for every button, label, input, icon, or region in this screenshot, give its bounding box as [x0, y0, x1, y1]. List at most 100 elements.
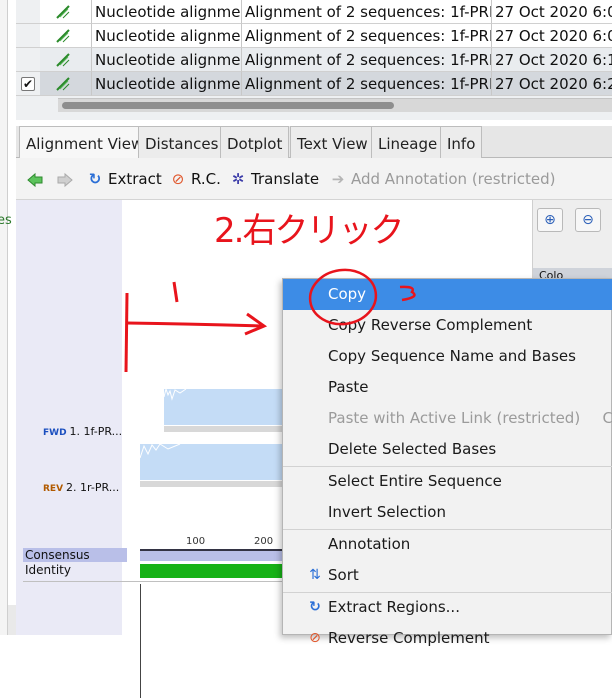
- rc-button[interactable]: ⊘ R.C.: [169, 169, 221, 189]
- menu-item-copy-reverse-complement[interactable]: Copy Reverse Complement: [283, 310, 612, 341]
- extract-icon: ↻: [88, 170, 102, 188]
- menu-item-paste[interactable]: Paste: [283, 372, 612, 403]
- alignment-doc-icon: [56, 29, 70, 43]
- alignment-doc-icon: [56, 53, 70, 67]
- tab-alignment-view[interactable]: Alignment View: [19, 126, 151, 159]
- rc-label: R.C.: [191, 170, 221, 188]
- consensus-label: Consensus: [23, 548, 127, 562]
- sequence-label-fwd[interactable]: FWD 1. 1f-PR...: [43, 425, 122, 438]
- row-name: Nucleotide alignme...: [92, 72, 242, 96]
- menu-item-label: Extract Regions...: [328, 598, 460, 616]
- menu-item-shortcut: C: [602, 409, 612, 427]
- row-checkbox-cell[interactable]: ✔: [16, 72, 40, 96]
- zoom-out-icon: ⊖: [582, 212, 594, 228]
- back-arrow-icon: [27, 172, 43, 187]
- menu-item-copy-sequence-name-and-bases[interactable]: Copy Sequence Name and Bases: [283, 341, 612, 372]
- identity-track: [140, 564, 300, 578]
- add-annotation-label: Add Annotation (restricted): [351, 170, 556, 188]
- rev-badge: REV: [43, 484, 64, 494]
- translate-label: Translate: [251, 170, 320, 188]
- zoom-in-button[interactable]: ⊕: [537, 208, 563, 232]
- sequence-name: 1. 1f-PR...: [69, 425, 123, 438]
- extract-icon: ↻: [309, 599, 321, 615]
- context-menu: Copy Copy Reverse Complement Copy Sequen…: [282, 278, 612, 647]
- left-edge-text: es: [0, 213, 12, 228]
- menu-item-invert-selection[interactable]: Invert Selection: [283, 497, 612, 528]
- menu-item-label: Paste with Active Link (restricted): [328, 409, 581, 427]
- row-description: Alignment of 2 sequences: 1f-PREM...: [242, 24, 492, 48]
- toolbar: ↻ Extract ⊘ R.C. ✲ Translate ➔ Add Annotatio…: [16, 158, 612, 200]
- menu-item-copy[interactable]: Copy: [283, 279, 612, 310]
- menu-item-paste-with-active-link[interactable]: Paste with Active Link (restricted) C: [283, 403, 612, 434]
- sort-icon: ⇅: [309, 567, 321, 583]
- tab-lineage[interactable]: Lineage: [371, 126, 445, 158]
- fwd-badge: FWD: [43, 428, 67, 438]
- extract-label: Extract: [108, 170, 162, 188]
- tab-distances[interactable]: Distances: [138, 126, 226, 158]
- document-table[interactable]: Nucleotide alignment Alignment of 2 sequ…: [16, 0, 612, 120]
- menu-item-select-entire-sequence[interactable]: Select Entire Sequence: [283, 466, 612, 497]
- row-date: 27 Oct 2020 6:03 pm: [492, 0, 612, 24]
- ruler-tick: 200: [254, 536, 274, 547]
- forward-arrow-icon: [57, 172, 73, 187]
- table-row[interactable]: Nucleotide alignme... Alignment of 2 seq…: [16, 24, 612, 48]
- zoom-out-button[interactable]: ⊖: [575, 208, 601, 232]
- step2-annotation: 2.右クリック: [214, 211, 404, 251]
- sequence-quality-graph-rev: [140, 443, 300, 487]
- track-divider: [23, 581, 300, 582]
- row-icon-cell: [40, 24, 92, 48]
- menu-item-extract-regions[interactable]: ↻ Extract Regions...: [283, 592, 612, 623]
- extract-button[interactable]: ↻ Extract: [86, 169, 162, 189]
- row-checkbox-cell[interactable]: [16, 48, 40, 72]
- tab-info[interactable]: Info: [440, 126, 483, 158]
- table-row[interactable]: Nucleotide alignme... Alignment of 2 seq…: [16, 48, 612, 72]
- row-name: Nucleotide alignment: [92, 0, 242, 24]
- alignment-doc-icon: [56, 5, 70, 19]
- row-checkbox-cell[interactable]: [16, 24, 40, 48]
- identity-label: Identity: [25, 563, 71, 577]
- translate-icon: ✲: [231, 170, 245, 188]
- menu-item-reverse-complement[interactable]: ⊘ Reverse Complement: [283, 623, 612, 654]
- tab-text-view[interactable]: Text View: [290, 126, 375, 158]
- row-description: Alignment of 2 sequences: 1f-PREM...: [242, 0, 492, 24]
- consensus-track[interactable]: [140, 549, 300, 561]
- ruler-tick: 100: [186, 536, 206, 547]
- row-description: Alignment of 2 sequences: 1f-PREM...: [242, 48, 492, 72]
- row-date: 27 Oct 2020 6:04 pm: [492, 24, 612, 48]
- alignment-doc-icon: [56, 77, 70, 91]
- row-description: Alignment of 2 sequences: 1f-PREM...: [242, 72, 492, 96]
- left-frame: es: [0, 0, 12, 635]
- row-name: Nucleotide alignme...: [92, 48, 242, 72]
- row-icon-cell: [40, 48, 92, 72]
- sequence-quality-graph-fwd: [163, 387, 300, 432]
- row-date: 27 Oct 2020 6:21 pm: [492, 72, 612, 96]
- menu-item-annotation[interactable]: Annotation: [283, 529, 612, 560]
- menu-item-delete-selected-bases[interactable]: Delete Selected Bases: [283, 434, 612, 465]
- table-row[interactable]: Nucleotide alignment Alignment of 2 sequ…: [16, 0, 612, 24]
- scrollbar-thumb[interactable]: [62, 102, 394, 109]
- row-checkbox-cell[interactable]: [16, 0, 40, 24]
- row-icon-cell: [40, 0, 92, 24]
- sequence-name: 2. 1r-PR...: [66, 481, 120, 494]
- row-name: Nucleotide alignme...: [92, 24, 242, 48]
- row-icon-cell: [40, 72, 92, 96]
- add-annotation-button[interactable]: ➔ Add Annotation (restricted): [329, 169, 556, 189]
- view-tabs: Alignment View Distances Dotplot Text Vi…: [16, 126, 612, 159]
- table-row-selected[interactable]: ✔ Nucleotide alignme... Alignment of 2 s…: [16, 72, 612, 96]
- table-horizontal-scrollbar[interactable]: [58, 98, 612, 112]
- sequence-start-line: [140, 584, 141, 698]
- zoom-in-icon: ⊕: [544, 212, 556, 228]
- menu-item-label: Reverse Complement: [328, 629, 490, 647]
- annotation-icon: ➔: [331, 170, 345, 188]
- row-date: 27 Oct 2020 6:10 pm: [492, 48, 612, 72]
- menu-item-label: Sort: [328, 566, 359, 584]
- rc-icon: ⊘: [171, 170, 185, 188]
- sequence-label-rev[interactable]: REV 2. 1r-PR...: [43, 481, 119, 494]
- rc-icon: ⊘: [309, 630, 321, 646]
- translate-button[interactable]: ✲ Translate: [229, 169, 319, 189]
- row-checkbox[interactable]: ✔: [21, 77, 35, 91]
- tab-dotplot[interactable]: Dotplot: [220, 126, 290, 158]
- forward-button[interactable]: [56, 169, 74, 189]
- back-button[interactable]: [26, 169, 44, 189]
- menu-item-sort[interactable]: ⇅ Sort: [283, 560, 612, 591]
